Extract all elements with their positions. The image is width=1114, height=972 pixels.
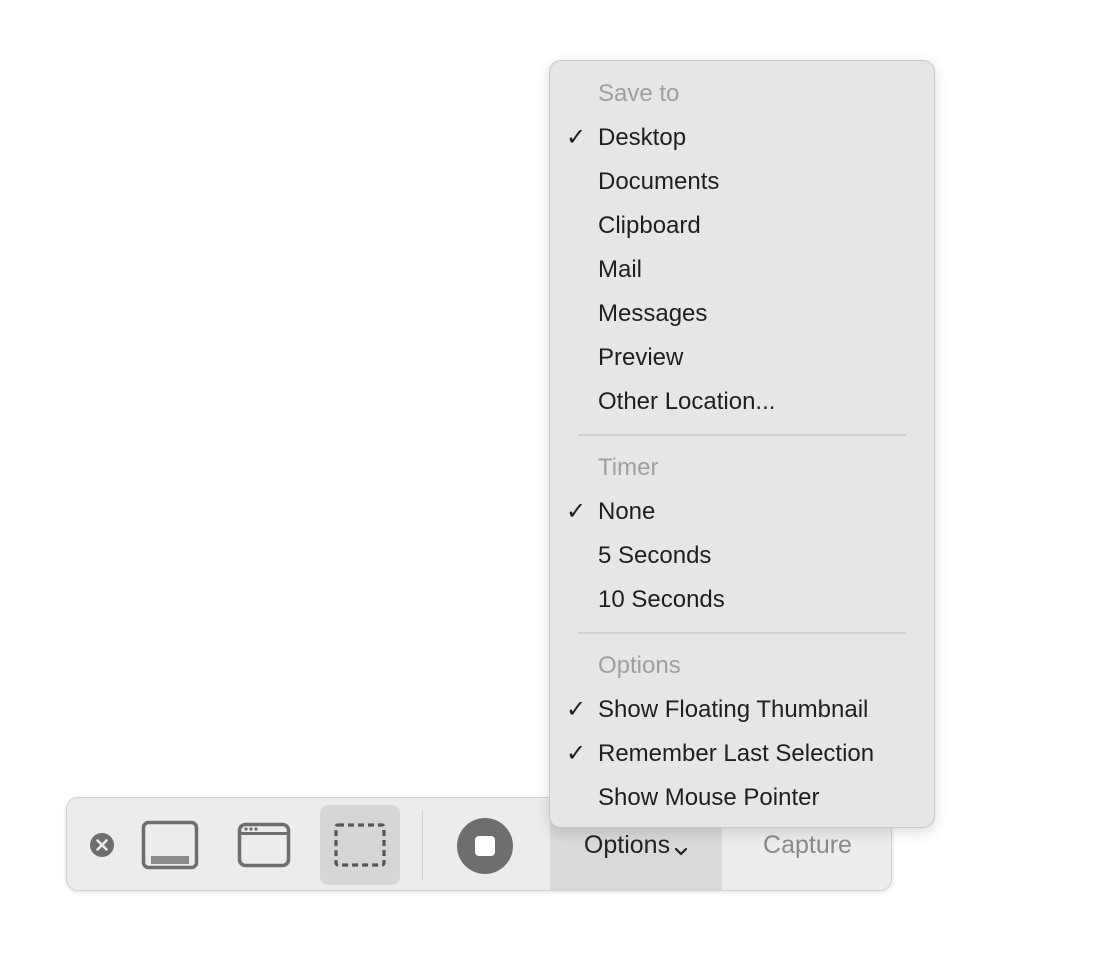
chevron-down-icon: [674, 835, 688, 864]
entire-screen-icon: [141, 820, 199, 870]
menu-header-save-to: Save to: [598, 80, 680, 107]
menu-header-options: Options: [598, 652, 681, 679]
menu-item-clipboard[interactable]: Clipboard: [550, 204, 934, 248]
menu-item-preview[interactable]: Preview: [550, 336, 934, 380]
menu-item-label: Desktop: [598, 124, 687, 151]
menu-item-label: Other Location...: [598, 388, 776, 415]
toolbar-divider: [422, 810, 423, 880]
menu-item-mail[interactable]: Mail: [550, 248, 934, 292]
menu-item-label: Remember Last Selection: [598, 740, 875, 767]
record-stop-icon: [457, 818, 513, 874]
menu-item-documents[interactable]: Documents: [550, 160, 934, 204]
capture-window-button[interactable]: [231, 818, 297, 872]
menu-item-timer-5-seconds[interactable]: 5 Seconds: [550, 534, 934, 578]
menu-separator: [578, 632, 906, 634]
menu-item-label: Mail: [598, 256, 643, 283]
menu-item-label: Show Mouse Pointer: [598, 784, 820, 811]
menu-item-label: Clipboard: [598, 212, 701, 239]
menu-item-label: Messages: [598, 300, 708, 327]
checkmark-icon: ✓: [566, 498, 587, 525]
window-icon: [237, 822, 291, 868]
menu-item-label: None: [598, 498, 656, 525]
checkmark-icon: ✓: [566, 124, 587, 151]
menu-item-remember-last-selection[interactable]: ✓ Remember Last Selection: [550, 732, 934, 776]
menu-separator: [578, 434, 906, 436]
options-button-label: Options: [583, 830, 671, 859]
menu-item-timer-none[interactable]: ✓ None: [550, 490, 934, 534]
close-button[interactable]: [89, 832, 115, 858]
screenshot-stage: Options Capture Save to ✓ Desktop Docume…: [0, 0, 1114, 972]
options-menu: Save to ✓ Desktop Documents Clipboard Ma…: [549, 60, 935, 828]
menu-item-other-location[interactable]: Other Location...: [550, 380, 934, 424]
close-icon: [90, 833, 114, 857]
menu-item-timer-10-seconds[interactable]: 10 Seconds: [550, 578, 934, 622]
dashed-selection-icon: [334, 823, 386, 867]
checkmark-icon: ✓: [566, 740, 587, 767]
capture-selected-portion-button[interactable]: [320, 805, 400, 885]
checkmark-icon: ✓: [566, 696, 587, 723]
menu-item-label: Show Floating Thumbnail: [598, 696, 869, 723]
menu-item-desktop[interactable]: ✓ Desktop: [550, 116, 934, 160]
menu-item-label: 10 Seconds: [598, 586, 725, 613]
menu-item-label: Preview: [598, 344, 684, 371]
menu-header-timer: Timer: [598, 454, 659, 481]
menu-item-label: Documents: [598, 168, 720, 195]
record-button[interactable]: [455, 816, 515, 876]
menu-item-messages[interactable]: Messages: [550, 292, 934, 336]
capture-button-label: Capture: [763, 830, 852, 859]
menu-item-show-mouse-pointer[interactable]: Show Mouse Pointer: [550, 776, 934, 820]
capture-entire-screen-button[interactable]: [137, 818, 203, 872]
menu-item-show-floating-thumbnail[interactable]: ✓ Show Floating Thumbnail: [550, 688, 934, 732]
menu-item-label: 5 Seconds: [598, 542, 712, 569]
